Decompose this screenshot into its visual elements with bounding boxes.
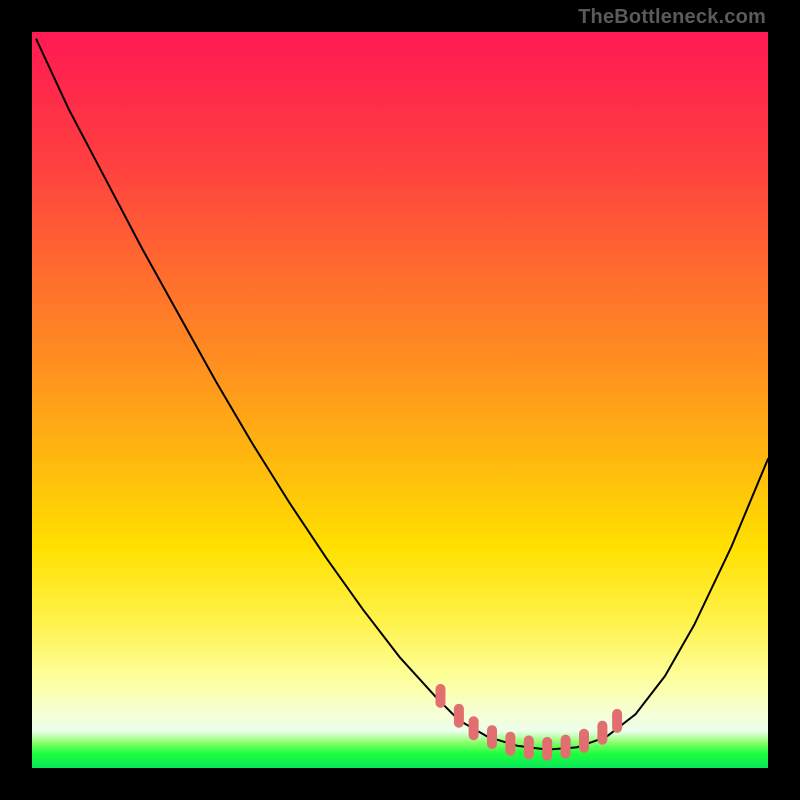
curve-svg <box>32 32 768 768</box>
attribution-text: TheBottleneck.com <box>578 6 766 29</box>
plot-area <box>32 32 768 768</box>
chart-frame: TheBottleneck.com <box>0 0 800 800</box>
bottom-marker-group <box>440 689 617 756</box>
bottleneck-curve <box>36 39 768 749</box>
